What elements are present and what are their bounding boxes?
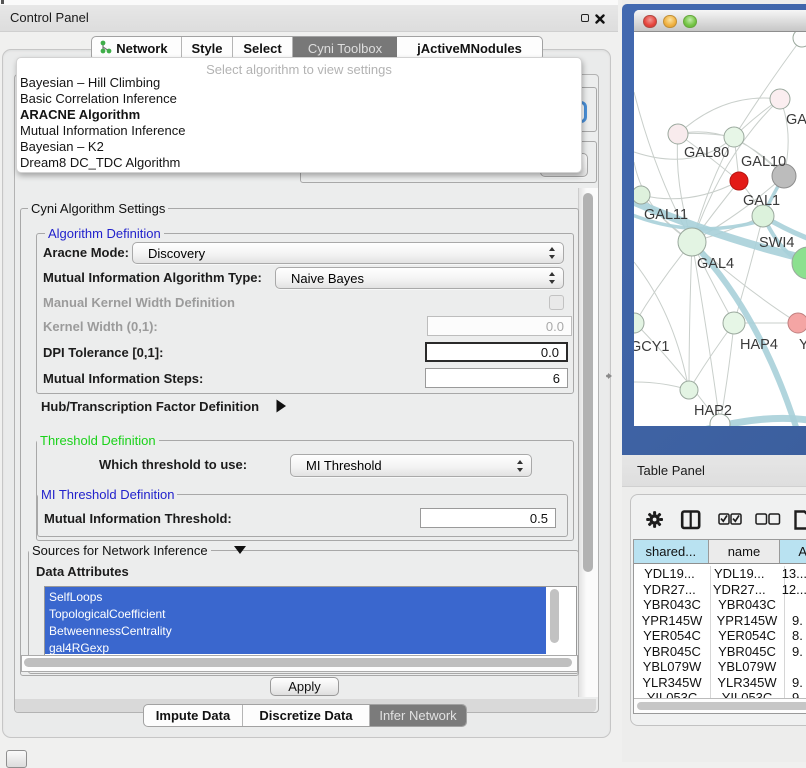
svg-text:SWI4: SWI4	[759, 235, 794, 251]
svg-text:HAP4: HAP4	[740, 337, 778, 353]
svg-text:GAL11: GAL11	[644, 207, 688, 223]
svg-text:YM: YM	[799, 337, 806, 353]
svg-text:GAL1: GAL1	[743, 193, 780, 209]
svg-text:HAP2: HAP2	[694, 403, 732, 419]
svg-text:GAL10: GAL10	[741, 154, 786, 170]
svg-text:GAL80: GAL80	[684, 145, 729, 161]
svg-text:GAL4: GAL4	[697, 256, 734, 272]
svg-text:GAL7: GAL7	[786, 112, 806, 128]
svg-text:GCY1: GCY1	[634, 339, 670, 355]
